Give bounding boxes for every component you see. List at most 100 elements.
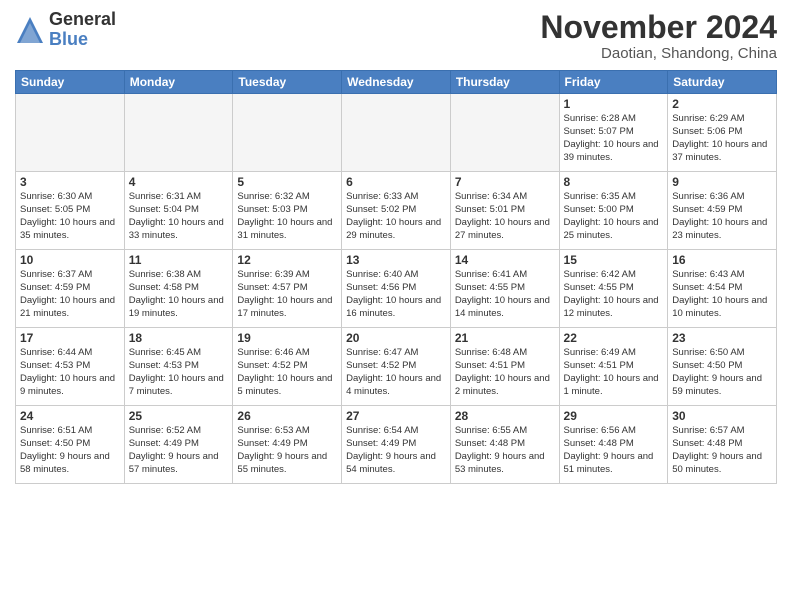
day-number: 2 (672, 97, 772, 111)
day-info: Sunrise: 6:50 AM Sunset: 4:50 PM Dayligh… (672, 347, 772, 398)
day-number: 3 (20, 175, 120, 189)
logo-icon (15, 15, 45, 45)
col-thursday: Thursday (450, 71, 559, 94)
calendar-cell-w4-d2: 26 Sunrise: 6:53 AM Sunset: 4:49 PM Dayli… (233, 406, 342, 484)
day-info: Sunrise: 6:36 AM Sunset: 4:59 PM Dayligh… (672, 191, 772, 242)
calendar-cell-w0-d5: 1 Sunrise: 6:28 AM Sunset: 5:07 PM Daylig… (559, 94, 668, 172)
day-number: 11 (129, 253, 229, 267)
col-friday: Friday (559, 71, 668, 94)
calendar-cell-w1-d1: 4Sunrise: 6:31 AM Sunset: 5:04 PM Daylig… (124, 172, 233, 250)
calendar-cell-w0-d6: 2Sunrise: 6:29 AM Sunset: 5:06 PM Daylig… (668, 94, 777, 172)
calendar-cell-w1-d2: 5 Sunrise: 6:32 AM Sunset: 5:03 PM Daylig… (233, 172, 342, 250)
day-info: Sunrise: 6:34 AM Sunset: 5:01 PM Dayligh… (455, 191, 555, 242)
calendar-cell-w0-d2 (233, 94, 342, 172)
day-info: Sunrise: 6:51 AM Sunset: 4:50 PM Dayligh… (20, 425, 120, 476)
week-row-2: 10 Sunrise: 6:37 AM Sunset: 4:59 PM Dayli… (16, 250, 777, 328)
day-info: Sunrise: 6:47 AM Sunset: 4:52 PM Dayligh… (346, 347, 446, 398)
calendar-cell-w2-d2: 12 Sunrise: 6:39 AM Sunset: 4:57 PM Dayli… (233, 250, 342, 328)
day-info: Sunrise: 6:44 AM Sunset: 4:53 PM Dayligh… (20, 347, 120, 398)
day-number: 1 (564, 97, 664, 111)
calendar-cell-w1-d3: 6 Sunrise: 6:33 AM Sunset: 5:02 PM Daylig… (342, 172, 451, 250)
day-info: Sunrise: 6:38 AM Sunset: 4:58 PM Dayligh… (129, 269, 229, 320)
calendar-header-row: Sunday Monday Tuesday Wednesday Thursday… (16, 71, 777, 94)
calendar-cell-w3-d6: 23 Sunrise: 6:50 AM Sunset: 4:50 PM Dayli… (668, 328, 777, 406)
calendar-cell-w3-d0: 17 Sunrise: 6:44 AM Sunset: 4:53 PM Dayli… (16, 328, 125, 406)
logo-text: General Blue (49, 10, 116, 50)
day-number: 20 (346, 331, 446, 345)
calendar-cell-w4-d5: 29Sunrise: 6:56 AM Sunset: 4:48 PM Dayli… (559, 406, 668, 484)
day-info: Sunrise: 6:57 AM Sunset: 4:48 PM Dayligh… (672, 425, 772, 476)
day-number: 16 (672, 253, 772, 267)
day-number: 29 (564, 409, 664, 423)
day-number: 18 (129, 331, 229, 345)
day-number: 9 (672, 175, 772, 189)
day-number: 27 (346, 409, 446, 423)
title-block: November 2024 Daotian, Shandong, China (540, 10, 777, 62)
col-saturday: Saturday (668, 71, 777, 94)
day-info: Sunrise: 6:53 AM Sunset: 4:49 PM Dayligh… (237, 425, 337, 476)
day-info: Sunrise: 6:40 AM Sunset: 4:56 PM Dayligh… (346, 269, 446, 320)
day-info: Sunrise: 6:30 AM Sunset: 5:05 PM Dayligh… (20, 191, 120, 242)
day-number: 26 (237, 409, 337, 423)
day-info: Sunrise: 6:37 AM Sunset: 4:59 PM Dayligh… (20, 269, 120, 320)
day-number: 19 (237, 331, 337, 345)
week-row-4: 24 Sunrise: 6:51 AM Sunset: 4:50 PM Dayli… (16, 406, 777, 484)
calendar-cell-w1-d5: 8 Sunrise: 6:35 AM Sunset: 5:00 PM Daylig… (559, 172, 668, 250)
day-number: 10 (20, 253, 120, 267)
logo-blue: Blue (49, 30, 116, 50)
day-number: 4 (129, 175, 229, 189)
day-number: 13 (346, 253, 446, 267)
week-row-3: 17 Sunrise: 6:44 AM Sunset: 4:53 PM Dayli… (16, 328, 777, 406)
day-number: 22 (564, 331, 664, 345)
day-info: Sunrise: 6:28 AM Sunset: 5:07 PM Dayligh… (564, 113, 664, 164)
day-number: 5 (237, 175, 337, 189)
calendar-cell-w0-d3 (342, 94, 451, 172)
day-number: 21 (455, 331, 555, 345)
col-tuesday: Tuesday (233, 71, 342, 94)
calendar-cell-w3-d3: 20 Sunrise: 6:47 AM Sunset: 4:52 PM Dayli… (342, 328, 451, 406)
day-number: 6 (346, 175, 446, 189)
day-info: Sunrise: 6:35 AM Sunset: 5:00 PM Dayligh… (564, 191, 664, 242)
calendar-cell-w2-d3: 13 Sunrise: 6:40 AM Sunset: 4:56 PM Dayli… (342, 250, 451, 328)
calendar-cell-w4-d0: 24 Sunrise: 6:51 AM Sunset: 4:50 PM Dayli… (16, 406, 125, 484)
day-info: Sunrise: 6:32 AM Sunset: 5:03 PM Dayligh… (237, 191, 337, 242)
subtitle: Daotian, Shandong, China (540, 45, 777, 62)
day-number: 12 (237, 253, 337, 267)
calendar-cell-w0-d1 (124, 94, 233, 172)
day-info: Sunrise: 6:46 AM Sunset: 4:52 PM Dayligh… (237, 347, 337, 398)
day-number: 8 (564, 175, 664, 189)
day-number: 14 (455, 253, 555, 267)
calendar-cell-w0-d0 (16, 94, 125, 172)
logo-general: General (49, 10, 116, 30)
calendar-cell-w2-d4: 14 Sunrise: 6:41 AM Sunset: 4:55 PM Dayli… (450, 250, 559, 328)
calendar-cell-w1-d6: 9 Sunrise: 6:36 AM Sunset: 4:59 PM Daylig… (668, 172, 777, 250)
calendar-cell-w3-d4: 21 Sunrise: 6:48 AM Sunset: 4:51 PM Dayli… (450, 328, 559, 406)
day-info: Sunrise: 6:42 AM Sunset: 4:55 PM Dayligh… (564, 269, 664, 320)
calendar-cell-w1-d4: 7 Sunrise: 6:34 AM Sunset: 5:01 PM Daylig… (450, 172, 559, 250)
day-info: Sunrise: 6:54 AM Sunset: 4:49 PM Dayligh… (346, 425, 446, 476)
day-info: Sunrise: 6:33 AM Sunset: 5:02 PM Dayligh… (346, 191, 446, 242)
day-info: Sunrise: 6:55 AM Sunset: 4:48 PM Dayligh… (455, 425, 555, 476)
col-monday: Monday (124, 71, 233, 94)
day-number: 23 (672, 331, 772, 345)
day-number: 24 (20, 409, 120, 423)
day-number: 15 (564, 253, 664, 267)
day-info: Sunrise: 6:52 AM Sunset: 4:49 PM Dayligh… (129, 425, 229, 476)
day-info: Sunrise: 6:39 AM Sunset: 4:57 PM Dayligh… (237, 269, 337, 320)
month-title: November 2024 (540, 10, 777, 45)
day-number: 7 (455, 175, 555, 189)
calendar-cell-w3-d2: 19 Sunrise: 6:46 AM Sunset: 4:52 PM Dayli… (233, 328, 342, 406)
day-info: Sunrise: 6:48 AM Sunset: 4:51 PM Dayligh… (455, 347, 555, 398)
calendar-cell-w2-d0: 10 Sunrise: 6:37 AM Sunset: 4:59 PM Dayli… (16, 250, 125, 328)
calendar-cell-w0-d4 (450, 94, 559, 172)
day-info: Sunrise: 6:43 AM Sunset: 4:54 PM Dayligh… (672, 269, 772, 320)
day-info: Sunrise: 6:41 AM Sunset: 4:55 PM Dayligh… (455, 269, 555, 320)
day-number: 17 (20, 331, 120, 345)
logo: General Blue (15, 10, 116, 50)
calendar-cell-w4-d6: 30Sunrise: 6:57 AM Sunset: 4:48 PM Dayli… (668, 406, 777, 484)
calendar-cell-w3-d1: 18Sunrise: 6:45 AM Sunset: 4:53 PM Dayli… (124, 328, 233, 406)
calendar-cell-w4-d1: 25Sunrise: 6:52 AM Sunset: 4:49 PM Dayli… (124, 406, 233, 484)
calendar-cell-w2-d5: 15 Sunrise: 6:42 AM Sunset: 4:55 PM Dayli… (559, 250, 668, 328)
calendar-cell-w1-d0: 3 Sunrise: 6:30 AM Sunset: 5:05 PM Daylig… (16, 172, 125, 250)
calendar-cell-w4-d3: 27 Sunrise: 6:54 AM Sunset: 4:49 PM Dayli… (342, 406, 451, 484)
